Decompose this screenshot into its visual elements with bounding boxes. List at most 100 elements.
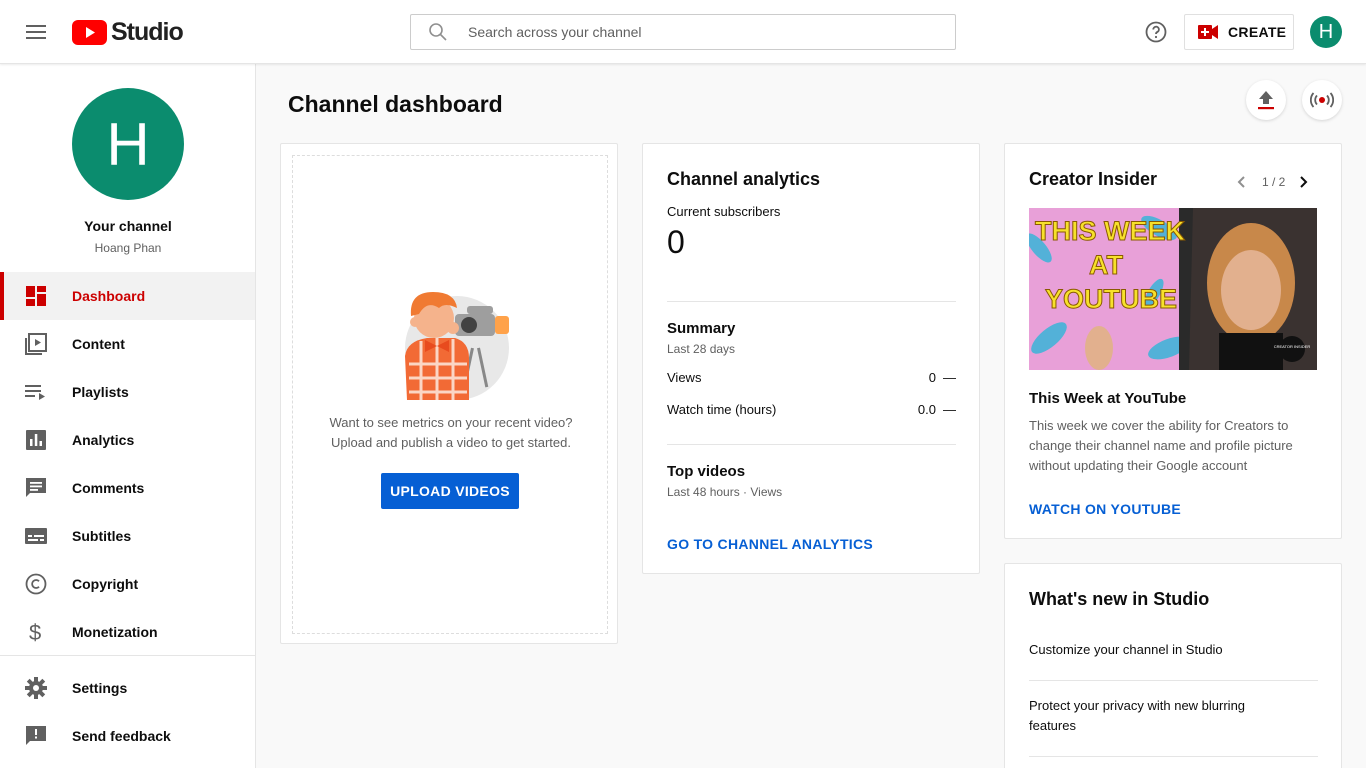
sidebar: H Your channel Hoang Phan Dashboard Cont… bbox=[0, 64, 256, 768]
divider bbox=[667, 301, 956, 302]
sidebar-divider bbox=[0, 655, 255, 656]
upload-icon bbox=[1258, 91, 1274, 110]
camera-person-illustration bbox=[405, 292, 509, 400]
metric-delta: — bbox=[943, 402, 956, 417]
metric-value: 0.0 bbox=[917, 402, 936, 417]
previous-button[interactable] bbox=[1231, 172, 1251, 192]
divider bbox=[1029, 756, 1318, 757]
sidebar-item-label: Playlists bbox=[72, 384, 129, 400]
thumb-line2: AT bbox=[1089, 250, 1123, 280]
video-thumbnail[interactable]: THIS WEEK AT YOUTUBE CREATOR INSIDER bbox=[1029, 208, 1317, 370]
news-item[interactable]: Protect your privacy with new blurring f… bbox=[1029, 696, 1259, 736]
upload-dropzone: Want to see metrics on your recent video… bbox=[292, 155, 608, 634]
hamburger-icon bbox=[26, 25, 46, 39]
metric-row: Watch time (hours) 0.0 — bbox=[667, 402, 956, 417]
chevron-left-icon bbox=[1237, 176, 1245, 188]
whats-new-card: What's new in Studio Customize your chan… bbox=[1004, 563, 1342, 768]
help-icon bbox=[1145, 21, 1167, 43]
summary-title: Summary bbox=[667, 320, 736, 337]
chevron-right-icon bbox=[1300, 176, 1308, 188]
sidebar-item-comments[interactable]: Comments bbox=[0, 464, 255, 512]
sidebar-item-monetization[interactable]: $ Monetization bbox=[0, 608, 255, 656]
sidebar-item-label: Comments bbox=[72, 480, 145, 496]
carousel-pager: 1 / 2 bbox=[1231, 172, 1314, 192]
page-title: Channel dashboard bbox=[288, 91, 503, 117]
top-bar: Studio CREATE H bbox=[0, 0, 1366, 64]
divider bbox=[1029, 680, 1318, 681]
sidebar-item-subtitles[interactable]: Subtitles bbox=[0, 512, 255, 560]
channel-analytics-card: Channel analytics Current subscribers 0 … bbox=[642, 143, 980, 574]
metric-value: 0 bbox=[928, 370, 936, 385]
sidebar-item-label: Send feedback bbox=[72, 728, 171, 744]
youtube-logo-icon bbox=[72, 19, 107, 45]
subscribers-label: Current subscribers bbox=[667, 204, 781, 219]
metric-row: Views 0 — bbox=[667, 370, 956, 385]
sidebar-item-content[interactable]: Content bbox=[0, 320, 255, 368]
video-title: This Week at YouTube bbox=[1029, 390, 1187, 407]
monetization-icon: $ bbox=[24, 620, 48, 644]
sidebar-item-label: Monetization bbox=[72, 624, 158, 640]
sidebar-item-settings[interactable]: Settings bbox=[0, 664, 255, 712]
upload-prompt-text: Want to see metrics on your recent video… bbox=[293, 413, 609, 453]
video-description: This week we cover the ability for Creat… bbox=[1029, 418, 1293, 473]
upload-prompt-line1: Want to see metrics on your recent video… bbox=[329, 415, 573, 430]
create-button[interactable]: CREATE bbox=[1184, 14, 1294, 50]
news-item[interactable]: Customize your channel in Studio bbox=[1029, 640, 1318, 660]
sidebar-item-copyright[interactable]: Copyright bbox=[0, 560, 255, 608]
sidebar-item-analytics[interactable]: Analytics bbox=[0, 416, 255, 464]
thumb-badge: CREATOR INSIDER bbox=[1274, 344, 1311, 349]
gear-icon bbox=[24, 676, 48, 700]
help-button[interactable] bbox=[1142, 18, 1170, 46]
dashboard-icon bbox=[24, 284, 48, 308]
svg-text:$: $ bbox=[29, 621, 41, 643]
upload-prompt-line2: Upload and publish a video to get starte… bbox=[331, 435, 571, 450]
sidebar-item-label: Settings bbox=[72, 680, 128, 696]
divider bbox=[667, 444, 956, 445]
live-broadcast-icon bbox=[1310, 92, 1334, 108]
upload-card: Want to see metrics on your recent video… bbox=[280, 143, 618, 644]
subtitles-icon bbox=[24, 524, 48, 548]
next-button[interactable] bbox=[1294, 172, 1314, 192]
channel-avatar[interactable]: H bbox=[72, 88, 184, 200]
sidebar-item-send-feedback[interactable]: Send feedback bbox=[0, 712, 255, 760]
sidebar-item-dashboard[interactable]: Dashboard bbox=[0, 272, 255, 320]
analytics-icon bbox=[24, 428, 48, 452]
content-icon bbox=[24, 332, 48, 356]
metric-label: Views bbox=[667, 370, 702, 385]
thumbnail-image: THIS WEEK AT YOUTUBE CREATOR INSIDER bbox=[1029, 208, 1317, 370]
upload-button[interactable] bbox=[1246, 80, 1286, 120]
search-input[interactable] bbox=[468, 24, 955, 40]
channel-name: Hoang Phan bbox=[94, 241, 162, 255]
card-title: Creator Insider bbox=[1029, 169, 1158, 189]
copyright-icon bbox=[24, 572, 48, 596]
hamburger-menu-button[interactable] bbox=[20, 16, 52, 48]
sidebar-item-label: Dashboard bbox=[72, 288, 146, 304]
sidebar-item-label: Subtitles bbox=[72, 528, 132, 544]
pager-count: 1 / 2 bbox=[1262, 175, 1286, 189]
upload-videos-button[interactable]: UPLOAD VIDEOS bbox=[381, 473, 519, 509]
subscribers-value: 0 bbox=[667, 224, 685, 260]
creator-insider-card: Creator Insider 1 / 2 THIS WEEK AT YOUTU… bbox=[1004, 143, 1342, 539]
feedback-icon bbox=[24, 724, 48, 748]
sidebar-item-playlists[interactable]: Playlists bbox=[0, 368, 255, 416]
card-title: What's new in Studio bbox=[1029, 589, 1210, 609]
sidebar-nav: Dashboard Content Playlists Analytics Co… bbox=[0, 272, 255, 656]
summary-period: Last 28 days bbox=[667, 342, 736, 356]
sidebar-item-label: Copyright bbox=[72, 576, 139, 592]
sidebar-item-label: Analytics bbox=[72, 432, 135, 448]
metric-label: Watch time (hours) bbox=[667, 402, 777, 417]
search-icon bbox=[429, 23, 447, 41]
go-live-button[interactable] bbox=[1302, 80, 1342, 120]
top-videos-period: Last 48 hours · Views bbox=[667, 485, 783, 499]
logo-text: Studio bbox=[111, 17, 184, 46]
search-box[interactable] bbox=[410, 14, 956, 50]
top-videos-title: Top videos bbox=[667, 463, 746, 480]
account-avatar[interactable]: H bbox=[1310, 16, 1342, 48]
watch-on-youtube-link[interactable]: WATCH ON YOUTUBE bbox=[1029, 501, 1181, 517]
sidebar-item-label: Content bbox=[72, 336, 125, 352]
thumb-line3: YOUTUBE bbox=[1045, 284, 1177, 314]
comments-icon bbox=[24, 476, 48, 500]
studio-logo[interactable]: Studio bbox=[72, 17, 184, 46]
go-to-channel-analytics-link[interactable]: GO TO CHANNEL ANALYTICS bbox=[667, 536, 873, 552]
card-title: Channel analytics bbox=[667, 169, 821, 189]
